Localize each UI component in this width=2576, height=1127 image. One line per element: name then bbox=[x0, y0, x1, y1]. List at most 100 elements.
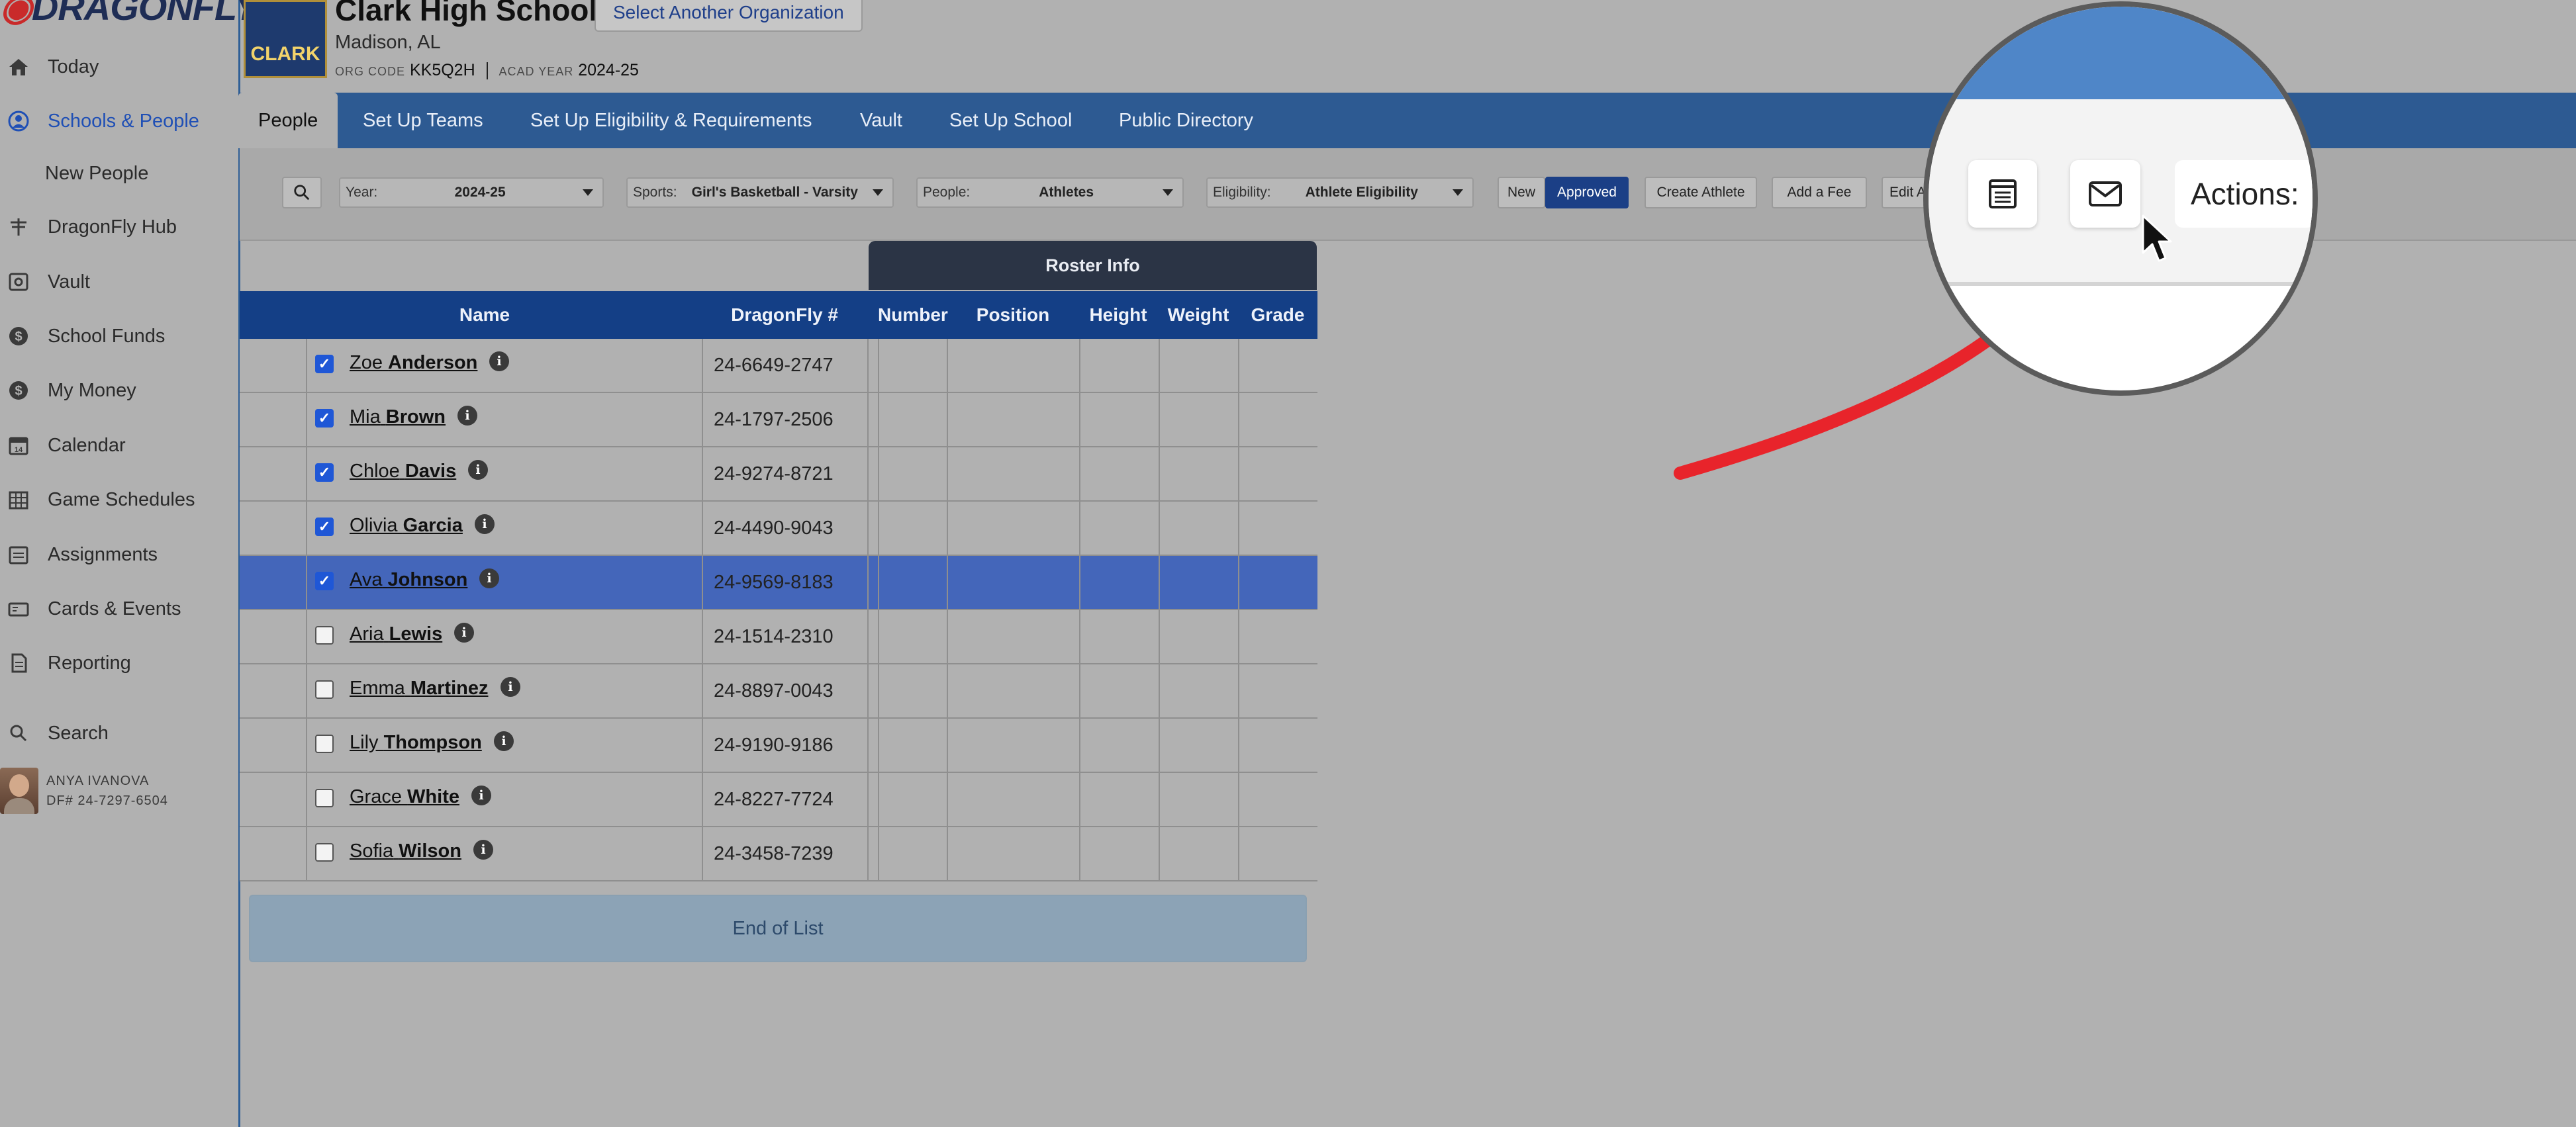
col-position[interactable]: Position bbox=[947, 291, 1079, 339]
tab-people[interactable]: People bbox=[238, 93, 338, 148]
mail-icon-button[interactable] bbox=[2070, 160, 2140, 228]
svg-text:$: $ bbox=[15, 384, 22, 398]
table-row[interactable]: Chloe Davisi24-9274-8721 bbox=[240, 447, 1317, 502]
cell-divider bbox=[702, 502, 703, 556]
table-row[interactable]: Grace White i 24-8227-7724 bbox=[240, 773, 1317, 827]
sidebar-item-reporting[interactable]: Reporting bbox=[0, 636, 236, 690]
sidebar-item-assignments[interactable]: Assignments bbox=[0, 527, 236, 582]
last-name: Wilson bbox=[399, 840, 461, 862]
info-icon[interactable]: i bbox=[479, 568, 499, 588]
sports-select[interactable]: Sports: Girl's Basketball - Varsity bbox=[626, 177, 894, 208]
tab-vault[interactable]: Vault bbox=[860, 93, 902, 148]
table-row[interactable]: Lily Thompson i 24-9190-9186 bbox=[240, 719, 1317, 773]
sidebar-item-new-people[interactable]: New People bbox=[45, 163, 148, 185]
eligibility-select[interactable]: Eligibility: Athlete Eligibility bbox=[1206, 177, 1474, 208]
people-select[interactable]: People: Athletes bbox=[916, 177, 1184, 208]
info-icon[interactable]: i bbox=[494, 731, 514, 751]
sidebar-item-schools-people[interactable]: Schools & People bbox=[0, 94, 236, 148]
col-name[interactable]: Name bbox=[306, 291, 663, 339]
cell-divider bbox=[1159, 393, 1160, 447]
info-icon[interactable]: i bbox=[471, 786, 491, 805]
first-name: Lily bbox=[350, 732, 379, 753]
athlete-name-link[interactable]: Olivia Garcia bbox=[350, 515, 463, 537]
info-icon[interactable]: i bbox=[454, 623, 474, 643]
tab-set-up-teams[interactable]: Set Up Teams bbox=[363, 93, 483, 148]
row-checkbox[interactable] bbox=[315, 518, 334, 536]
table-row[interactable]: Aria Lewis i 24-1514-2310 bbox=[240, 610, 1317, 664]
athlete-name-link[interactable]: Aria Lewis bbox=[350, 623, 442, 645]
table-row[interactable]: Olivia Garciai24-4490-9043 bbox=[240, 502, 1317, 556]
table-row[interactable]: Zoe Anderson i 24-6649-2747 bbox=[240, 339, 1317, 393]
row-checkbox[interactable] bbox=[315, 843, 334, 862]
dragonfly-logo[interactable]: ◉DRAGONFLY bbox=[0, 0, 258, 29]
toggle-approved[interactable]: Approved bbox=[1545, 177, 1629, 208]
sidebar-item-search[interactable]: Search bbox=[0, 706, 236, 760]
athlete-name-link[interactable]: Lily Thompson bbox=[350, 732, 482, 754]
sidebar-item-vault[interactable]: Vault bbox=[0, 255, 236, 309]
sidebar-item-my-money[interactable]: $ My Money bbox=[0, 363, 236, 418]
cell-divider bbox=[947, 719, 948, 773]
col-height[interactable]: Height bbox=[1079, 291, 1157, 339]
col-dragonfly-number[interactable]: DragonFly # bbox=[702, 291, 867, 339]
toggle-new[interactable]: New bbox=[1498, 177, 1545, 208]
cell-divider bbox=[878, 719, 879, 773]
table-row[interactable]: Mia Browni24-1797-2506 bbox=[240, 393, 1317, 447]
row-checkbox[interactable] bbox=[315, 572, 334, 590]
athlete-name-link[interactable]: Chloe Davis bbox=[350, 461, 456, 482]
dragonfly-number: 24-3458-7239 bbox=[714, 843, 834, 864]
list-icon-button[interactable] bbox=[1968, 160, 2037, 228]
col-weight[interactable]: Weight bbox=[1159, 291, 1238, 339]
sidebar-item-today[interactable]: Today bbox=[0, 40, 236, 94]
sidebar-item-dragonfly-hub[interactable]: DragonFly Hub bbox=[0, 200, 236, 254]
cell-divider bbox=[1159, 610, 1160, 664]
cell-divider bbox=[878, 556, 879, 610]
search-button[interactable] bbox=[282, 177, 322, 208]
col-number[interactable]: Number bbox=[878, 291, 949, 339]
year-select[interactable]: Year: 2024-25 bbox=[339, 177, 604, 208]
sidebar-item-game-schedules[interactable]: Game Schedules bbox=[0, 473, 236, 527]
athlete-name-link[interactable]: Zoe Anderson bbox=[350, 352, 477, 374]
sidebar-item-label: Today bbox=[48, 56, 99, 77]
row-checkbox[interactable] bbox=[315, 409, 334, 428]
info-icon[interactable]: i bbox=[489, 351, 509, 371]
row-checkbox[interactable] bbox=[315, 789, 334, 807]
athlete-name-link[interactable]: Ava Johnson bbox=[350, 569, 467, 591]
table-row[interactable]: Sofia Wilson i 24-3458-7239 bbox=[240, 827, 1317, 881]
row-checkbox[interactable] bbox=[315, 626, 334, 645]
row-checkbox[interactable] bbox=[315, 355, 334, 373]
tab-public-directory[interactable]: Public Directory bbox=[1119, 93, 1253, 148]
select-organization-button[interactable]: Select Another Organization bbox=[595, 0, 863, 32]
tab-set-up-eligibility[interactable]: Set Up Eligibility & Requirements bbox=[530, 93, 812, 148]
athlete-name-link[interactable]: Mia Brown bbox=[350, 406, 446, 428]
cell-divider bbox=[947, 827, 948, 881]
sidebar-item-cards-events[interactable]: Cards & Events bbox=[0, 582, 236, 636]
info-icon[interactable]: i bbox=[473, 840, 493, 860]
row-checkbox[interactable] bbox=[315, 680, 334, 699]
athlete-name-link[interactable]: Emma Martinez bbox=[350, 678, 489, 699]
info-icon[interactable]: i bbox=[475, 514, 495, 534]
actions-label[interactable]: Actions: bbox=[2175, 160, 2313, 228]
athlete-name-link[interactable]: Sofia Wilson bbox=[350, 840, 461, 862]
sidebar-item-calendar[interactable]: 14 Calendar bbox=[0, 418, 236, 473]
info-icon[interactable]: i bbox=[457, 406, 477, 426]
chevron-down-icon bbox=[583, 189, 593, 196]
cell-divider bbox=[306, 664, 307, 719]
col-grade[interactable]: Grade bbox=[1238, 291, 1317, 339]
list-icon bbox=[1989, 179, 2017, 208]
current-user[interactable]: ANYA IVANOVA DF# 24-7297-6504 bbox=[0, 766, 168, 815]
table-header: Name DragonFly # Number Position Height … bbox=[240, 291, 1317, 339]
info-icon[interactable]: i bbox=[501, 677, 520, 697]
info-icon[interactable]: i bbox=[468, 460, 488, 480]
table-row[interactable]: Emma Martinez i 24-8897-0043 bbox=[240, 664, 1317, 719]
sidebar-item-school-funds[interactable]: $ School Funds bbox=[0, 309, 236, 363]
tab-set-up-school[interactable]: Set Up School bbox=[949, 93, 1072, 148]
table-row[interactable]: Ava Johnson i 24-9569-8183 bbox=[240, 556, 1317, 610]
cell-divider bbox=[947, 339, 948, 393]
row-checkbox[interactable] bbox=[315, 463, 334, 482]
cell-divider bbox=[867, 393, 869, 447]
cell-divider bbox=[1159, 664, 1160, 719]
athlete-name-link[interactable]: Grace White bbox=[350, 786, 459, 808]
cell-divider bbox=[1079, 827, 1080, 881]
roster-info-header: Roster Info bbox=[869, 241, 1317, 290]
row-checkbox[interactable] bbox=[315, 735, 334, 753]
